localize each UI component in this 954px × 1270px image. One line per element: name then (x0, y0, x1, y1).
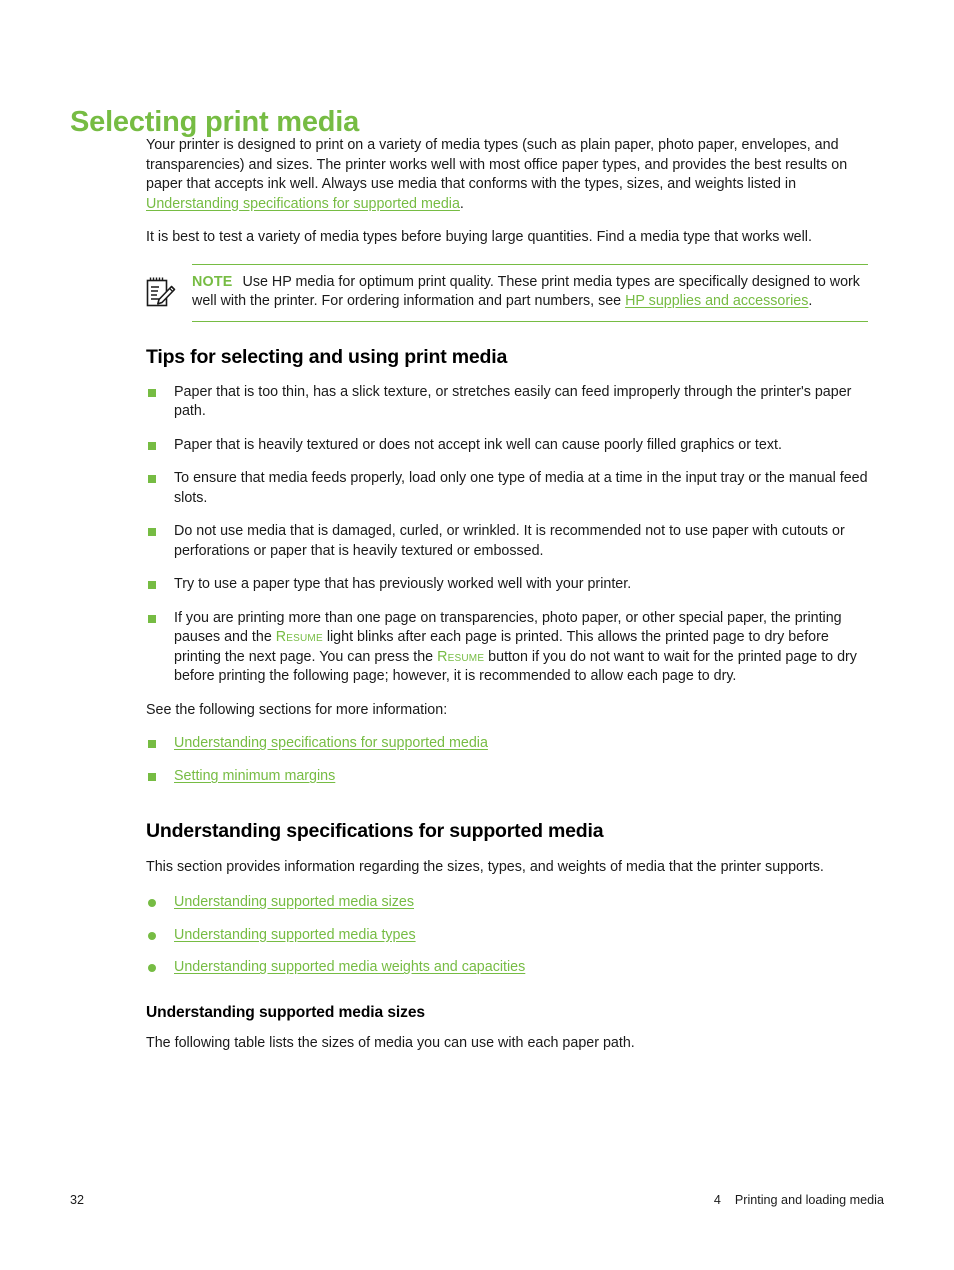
link-setting-minimum-margins[interactable]: Setting minimum margins (174, 768, 335, 784)
specs-paragraph: This section provides information regard… (146, 858, 824, 875)
list-item-text: To ensure that media feeds properly, loa… (174, 470, 868, 506)
link-understanding-supported-media-weights[interactable]: Understanding supported media weights an… (174, 959, 525, 975)
list-item-text: Paper that is heavily textured or does n… (174, 436, 782, 453)
intro-paragraph-1: Your printer is designed to print on a v… (146, 136, 868, 214)
intro-paragraph-1-period: . (459, 195, 464, 212)
see-also-intro: See the following sections for more info… (146, 701, 448, 718)
resume-keycap-label: Resume (275, 629, 323, 646)
list-item: Understanding supported media types (146, 926, 868, 946)
list-item: Understanding supported media weights an… (146, 958, 868, 978)
page-content: Your printer is designed to print on a v… (146, 136, 868, 1068)
specs-sub-paragraph: The following table lists the sizes of m… (146, 1035, 635, 1052)
footer-chapter: 4 Printing and loading media (714, 1193, 884, 1207)
link-hp-supplies-and-accessories[interactable]: HP supplies and accessories (625, 293, 808, 309)
list-item: Paper that is too thin, has a slick text… (146, 383, 868, 422)
link-understanding-supported-media-sizes[interactable]: Understanding supported media sizes (174, 894, 414, 910)
note-block: NOTE Use HP media for optimum print quali… (146, 263, 868, 322)
footer-page-number: 32 (70, 1193, 85, 1207)
heading-tips-for-selecting: Tips for selecting and using print media (146, 345, 508, 368)
intro-paragraph-2: It is best to test a variety of media ty… (146, 229, 812, 245)
list-item: Try to use a paper type that has previou… (146, 575, 868, 595)
link-understanding-specifications-intro[interactable]: Understanding specifications for support… (146, 196, 460, 212)
footer-chapter-title: Printing and loading media (734, 1193, 884, 1207)
list-item: Do not use media that is damaged, curled… (146, 522, 868, 561)
document-page: Selecting print media Your printer is de… (0, 0, 954, 1270)
note-body: NOTE Use HP media for optimum print quali… (192, 273, 868, 312)
tips-bullet-list: Paper that is too thin, has a slick text… (146, 383, 868, 687)
link-understanding-specifications[interactable]: Understanding specifications for support… (174, 735, 488, 751)
list-item: Understanding supported media sizes (146, 893, 868, 913)
list-item-text: Try to use a paper type that has previou… (174, 576, 632, 593)
note-bottom-rule (192, 320, 868, 322)
list-item: Paper that is heavily textured or does n… (146, 436, 868, 456)
page-footer: 32 4 Printing and loading media (70, 1193, 884, 1207)
list-item-resume: If you are printing more than one page o… (146, 609, 868, 687)
specs-link-list: Understanding supported media sizes Unde… (146, 893, 868, 978)
link-understanding-supported-media-types[interactable]: Understanding supported media types (174, 927, 416, 943)
note-text-period: . (808, 293, 813, 309)
intro-paragraph-1-text: Your printer is designed to print on a v… (146, 137, 848, 192)
list-item: Understanding specifications for support… (146, 734, 868, 754)
note-label: NOTE (192, 273, 233, 290)
resume-keycap-label: Resume (437, 648, 485, 665)
note-inner: NOTE Use HP media for optimum print quali… (146, 265, 868, 321)
subheading-understanding-supported-media-sizes: Understanding supported media sizes (146, 1003, 425, 1021)
notepad-pencil-icon (144, 275, 178, 309)
list-item-text: Paper that is too thin, has a slick text… (174, 383, 852, 420)
footer-chapter-number: 4 (713, 1193, 721, 1207)
page-title: Selecting print media (70, 106, 360, 139)
list-item-text: Do not use media that is damaged, curled… (174, 523, 845, 559)
heading-understanding-specifications: Understanding specifications for support… (146, 820, 604, 843)
see-also-link-list: Understanding specifications for support… (146, 734, 868, 786)
list-item: To ensure that media feeds properly, loa… (146, 469, 868, 508)
list-item: Setting minimum margins (146, 767, 868, 787)
